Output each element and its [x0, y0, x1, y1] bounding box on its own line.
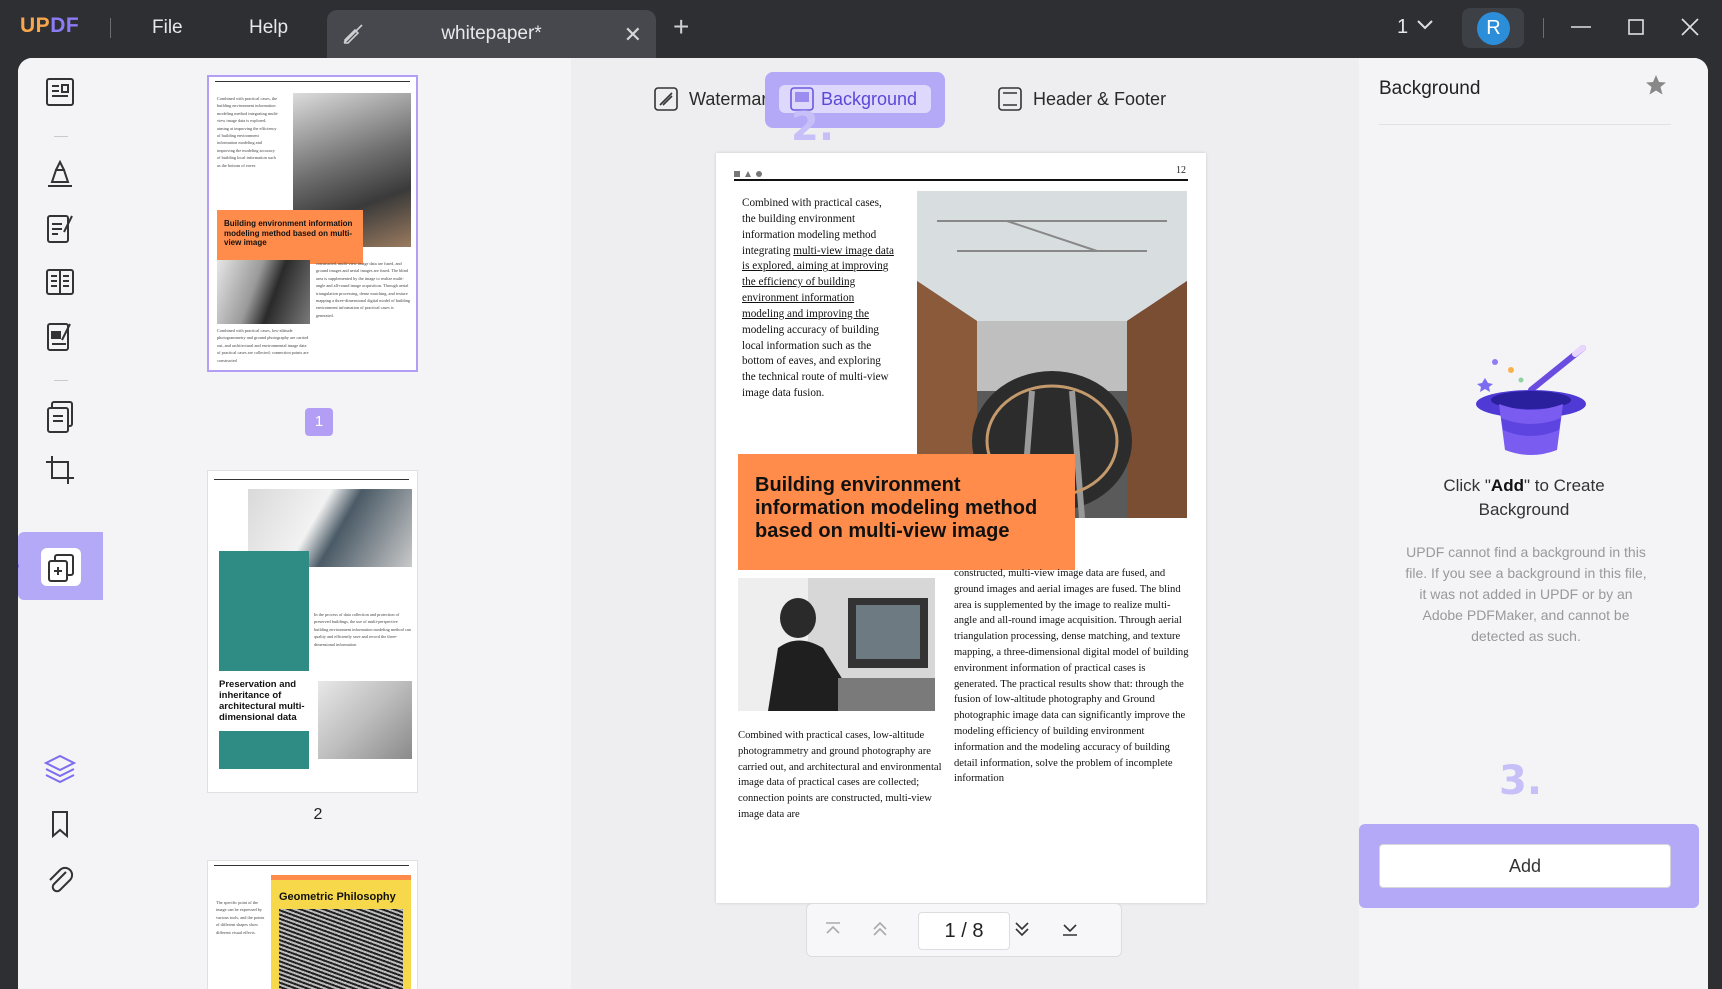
left-toolbar: [18, 58, 110, 989]
thumbnail-page-1[interactable]: Combined with practical cases, the build…: [207, 75, 418, 372]
add-background-button[interactable]: Add: [1379, 844, 1671, 888]
last-page-icon[interactable]: [1060, 919, 1080, 944]
toolbar-divider: [54, 380, 68, 381]
header-footer-icon: [997, 86, 1023, 117]
page-tools-button[interactable]: [18, 532, 110, 600]
title-bar: UPDF File Help whitepaper* ✕ + 1 R: [0, 0, 1722, 58]
title-separator: [110, 18, 111, 38]
chevron-down-icon[interactable]: [1416, 18, 1434, 37]
magic-hat-icon: [1471, 338, 1591, 463]
close-tab-icon[interactable]: ✕: [624, 22, 642, 48]
create-background-prompt: Click "Add" to Create Background: [1443, 476, 1605, 519]
section-heading: Building environment information modelin…: [755, 474, 1038, 542]
panel-title: Background: [1379, 78, 1481, 99]
thumbnail-orange-block: Building environment information modelin…: [217, 210, 363, 264]
thumbnail-page-2[interactable]: In the process of data collection and pr…: [207, 470, 418, 793]
teal-block-small: [219, 731, 309, 769]
watermark-icon: [653, 86, 679, 117]
minimize-icon[interactable]: [1570, 16, 1592, 43]
page-tools-icon: [45, 551, 77, 588]
toolbar-divider: [54, 136, 68, 137]
star-icon[interactable]: [1645, 74, 1667, 101]
page-number-input[interactable]: 1 / 8: [918, 912, 1010, 950]
app-window: 1. Combined with practical cases, the bu…: [18, 58, 1708, 989]
fill-sign-icon[interactable]: [42, 318, 78, 354]
bookmark-icon[interactable]: [42, 806, 78, 842]
avatar: R: [1477, 12, 1510, 45]
geometric-image: [279, 909, 403, 989]
menu-help[interactable]: Help: [249, 17, 288, 39]
organize-pages-icon[interactable]: [42, 398, 78, 434]
document-area: Watermark Background Header & Footer 2. …: [571, 58, 1359, 989]
maximize-icon[interactable]: [1625, 16, 1647, 43]
pdf-page: 12 Combined with practical cases, the bu…: [716, 153, 1206, 903]
edit-pdf-icon[interactable]: [42, 210, 78, 246]
comment-icon[interactable]: [42, 156, 78, 192]
step-3-label: 3.: [1499, 758, 1543, 804]
tab-title: whitepaper*: [441, 23, 542, 44]
no-background-description: UPDF cannot find a background in this fi…: [1405, 544, 1647, 644]
attachment-icon[interactable]: [42, 862, 78, 898]
thumbnail-page-number-1: 1: [305, 408, 333, 436]
first-page-icon[interactable]: [823, 919, 843, 944]
close-window-icon[interactable]: [1679, 16, 1701, 43]
new-tab-button[interactable]: +: [673, 13, 689, 41]
thumbnail-page-3[interactable]: Geometric Philosophy The specific point …: [207, 860, 418, 989]
intro-paragraph: Combined with practical cases, the build…: [742, 197, 894, 400]
step-2-label: 2.: [791, 104, 835, 150]
section-heading-block: Building environment information modelin…: [738, 454, 1075, 570]
reader-icon[interactable]: [42, 74, 78, 110]
layers-icon[interactable]: [42, 750, 78, 786]
thumbnail-text: Combined with practical cases, the build…: [217, 96, 279, 168]
office-image: [217, 260, 310, 324]
document-tab[interactable]: whitepaper* ✕: [327, 10, 656, 58]
page-number: 12: [1176, 165, 1186, 176]
add-highlight: Add: [1359, 824, 1699, 908]
updf-logo[interactable]: UPDF: [20, 14, 79, 38]
tab-header-footer[interactable]: Header & Footer: [997, 72, 1197, 128]
workstation-photo: [738, 578, 935, 711]
left-column-text: Combined with practical cases, low-altit…: [738, 730, 942, 820]
page-layout-icon[interactable]: [42, 264, 78, 300]
user-count[interactable]: 1: [1397, 16, 1408, 39]
panel-divider: [1379, 124, 1671, 125]
account-button[interactable]: R: [1462, 8, 1524, 48]
title-separator: [1543, 18, 1544, 38]
page-navigator: 1 / 8: [806, 903, 1122, 957]
next-page-icon[interactable]: [1012, 919, 1032, 944]
thumbnail-panel: Combined with practical cases, the build…: [103, 58, 571, 989]
menu-file[interactable]: File: [152, 17, 183, 39]
blueprint-image: [318, 681, 412, 759]
previous-page-icon[interactable]: [870, 919, 890, 944]
thumbnail-page-number-2: 2: [313, 806, 323, 823]
crop-icon[interactable]: [42, 452, 78, 488]
background-panel: Background Click "Add" to Create Backgro…: [1359, 58, 1708, 989]
right-column-text: constructed, multi-view image data are f…: [954, 568, 1189, 785]
teal-block: [219, 551, 309, 671]
